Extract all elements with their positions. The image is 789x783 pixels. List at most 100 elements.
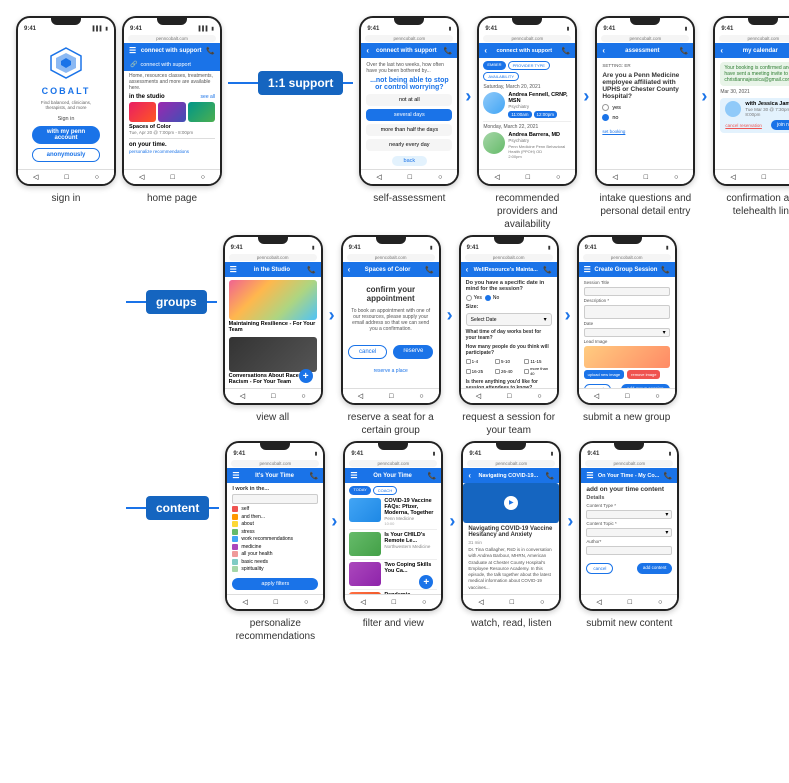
icons-prov: ▮: [567, 26, 570, 32]
option-half-days[interactable]: more than half the days: [366, 124, 452, 136]
remove-btn[interactable]: remove image: [627, 370, 660, 379]
chip-coach[interactable]: COACH: [373, 486, 397, 495]
filter-avail[interactable]: AVAILABILITY: [483, 72, 519, 81]
sc-cancel-btn[interactable]: cancel: [586, 563, 613, 574]
intake-option-yes[interactable]: yes: [602, 104, 688, 111]
filter-self[interactable]: self: [232, 506, 318, 512]
battery-home: ▮: [211, 26, 214, 32]
hamburger-sg[interactable]: ☰: [584, 265, 591, 274]
set-booking-link[interactable]: set booking: [602, 129, 688, 134]
arrow-intake-confirm: ›: [701, 86, 707, 107]
size-5-10[interactable]: 5-10: [495, 359, 522, 364]
size-11-15[interactable]: 11-15: [524, 359, 551, 364]
sg-field3-input[interactable]: ▾: [584, 328, 670, 337]
sc-topic-select[interactable]: ▾: [586, 528, 672, 537]
intake-option-no[interactable]: no: [602, 114, 688, 121]
groups-header: ☰ in the Studio 📞: [225, 262, 321, 277]
filter-health[interactable]: all your health: [232, 551, 318, 557]
filter-work-rec[interactable]: work recommendations: [232, 536, 318, 542]
size-40plus[interactable]: more than 40: [524, 366, 551, 376]
back-button[interactable]: back: [392, 156, 428, 166]
studio-title: in the studio: [129, 94, 165, 100]
home-body: Home, resources classes, treatments,asse…: [124, 71, 220, 156]
back-icon-prov[interactable]: ‹: [484, 46, 487, 55]
size-select[interactable]: Select Date ▾: [466, 313, 552, 326]
back-icon-assess[interactable]: ‹: [366, 46, 369, 55]
caption-signin: sign in: [52, 192, 81, 205]
hamburger-groups[interactable]: ☰: [230, 265, 237, 274]
back-icon-watch[interactable]: ‹: [468, 471, 471, 480]
q1-yes[interactable]: Yes: [466, 295, 482, 301]
play-button[interactable]: ▶: [504, 496, 518, 510]
cancel-reserve-btn[interactable]: cancel: [348, 345, 387, 359]
sc-add-btn[interactable]: add content: [637, 563, 673, 574]
icons-intake: ▮: [685, 26, 688, 32]
phone-icon-prov: 📞: [562, 47, 571, 55]
date-label-1: Saturday, March 20, 2021: [483, 84, 571, 90]
url-sg: penncobalt.com: [583, 254, 671, 261]
notch-intake: [630, 18, 660, 25]
size-26-40[interactable]: 26-40: [495, 366, 522, 376]
battery-watch: ▮: [551, 451, 554, 457]
caption-sc: submit new content: [586, 617, 672, 630]
filter-basic[interactable]: basic needs: [232, 559, 318, 565]
content-connector-right: [209, 507, 219, 509]
anonymous-button[interactable]: anonymously: [32, 148, 99, 162]
phone-icon-pers: 📞: [310, 472, 319, 480]
slot-12pm[interactable]: 12:00pm: [534, 111, 558, 118]
back-icon-intake[interactable]: ‹: [602, 46, 605, 55]
chip-today[interactable]: TODAY: [349, 486, 370, 495]
option-not-at-all[interactable]: not at all: [366, 94, 452, 106]
filter-medicine[interactable]: medicine: [232, 544, 318, 550]
filter-stress[interactable]: stress: [232, 529, 318, 535]
back-icon-request[interactable]: ‹: [466, 265, 469, 274]
screen-sc: 9:41 ▮ penncobalt.com ☰ On Your Time - M…: [581, 443, 677, 609]
hamburger-sc[interactable]: ☰: [586, 471, 593, 480]
filter-and-then[interactable]: and then...: [232, 514, 318, 520]
back-icon-confirm[interactable]: ‹: [720, 46, 723, 55]
size-16-25[interactable]: 16-25: [466, 366, 493, 376]
pers-search[interactable]: [232, 494, 318, 504]
add-group-fab[interactable]: +: [299, 369, 313, 383]
request-body: Do you have a specific date in mind for …: [461, 277, 557, 388]
reserve-link[interactable]: reserve a place: [374, 368, 408, 374]
personalize-link[interactable]: personalize recommendations: [129, 149, 215, 154]
size-1-4[interactable]: 1-4: [466, 359, 493, 364]
filter-about[interactable]: about: [232, 521, 318, 527]
upload-btn[interactable]: upload new image: [584, 370, 624, 379]
bottom-nav-watch: ◁ □ ○: [463, 594, 559, 609]
group-card-1[interactable]: Maintaining Resilience - For Your Team: [229, 280, 317, 334]
sc-field3-label: Author*: [586, 539, 672, 544]
hamburger-pers[interactable]: ☰: [232, 471, 239, 480]
bottom-nav-confirm: ◁ □ ○: [715, 169, 789, 184]
notch-home: [157, 18, 187, 25]
phone-icon-filt: 📞: [428, 472, 437, 480]
sc-author-input[interactable]: [586, 546, 672, 555]
q1-no[interactable]: No: [485, 295, 499, 301]
join-now-button[interactable]: join now: [771, 120, 789, 130]
notch-watch: [496, 443, 526, 450]
cal-appointment-card: with Jessica James Tue Mar 30 @ 7:30pm -…: [720, 98, 789, 133]
filter-spirit[interactable]: spirituality: [232, 566, 318, 572]
apply-filters-btn[interactable]: apply filters: [232, 578, 318, 590]
see-all-link[interactable]: see all: [201, 94, 215, 100]
option-several-days[interactable]: several days: [366, 109, 452, 121]
filter-type[interactable]: PROVIDER TYPE: [508, 61, 550, 70]
divider: [129, 138, 215, 139]
filter-ember[interactable]: EMBER: [483, 61, 505, 70]
content-item-1[interactable]: COVID-19 Vaccine FAQs: Pfizer, Moderna, …: [349, 498, 437, 530]
content-item-2[interactable]: Is Your CHILD's Remote Le... Northwester…: [349, 532, 437, 560]
cancel-reservation-link[interactable]: cancel reservation: [725, 123, 762, 128]
hamburger-icon[interactable]: ☰: [129, 46, 136, 55]
back-icon-reserve[interactable]: ‹: [348, 265, 351, 274]
home-connect-banner[interactable]: 🔗 connect with support: [124, 58, 220, 71]
slot-11am[interactable]: 11:00am: [508, 111, 531, 118]
hamburger-filt[interactable]: ☰: [350, 471, 357, 480]
sc-type-select[interactable]: ▾: [586, 510, 672, 519]
sg-field2-input[interactable]: [584, 305, 670, 319]
reserve-btn[interactable]: reserve: [393, 345, 433, 359]
penn-account-button[interactable]: with my penn account: [32, 126, 99, 144]
option-nearly-every[interactable]: nearly every day: [366, 139, 452, 151]
notch-providers: [512, 18, 542, 25]
sg-field1-input[interactable]: [584, 287, 670, 296]
